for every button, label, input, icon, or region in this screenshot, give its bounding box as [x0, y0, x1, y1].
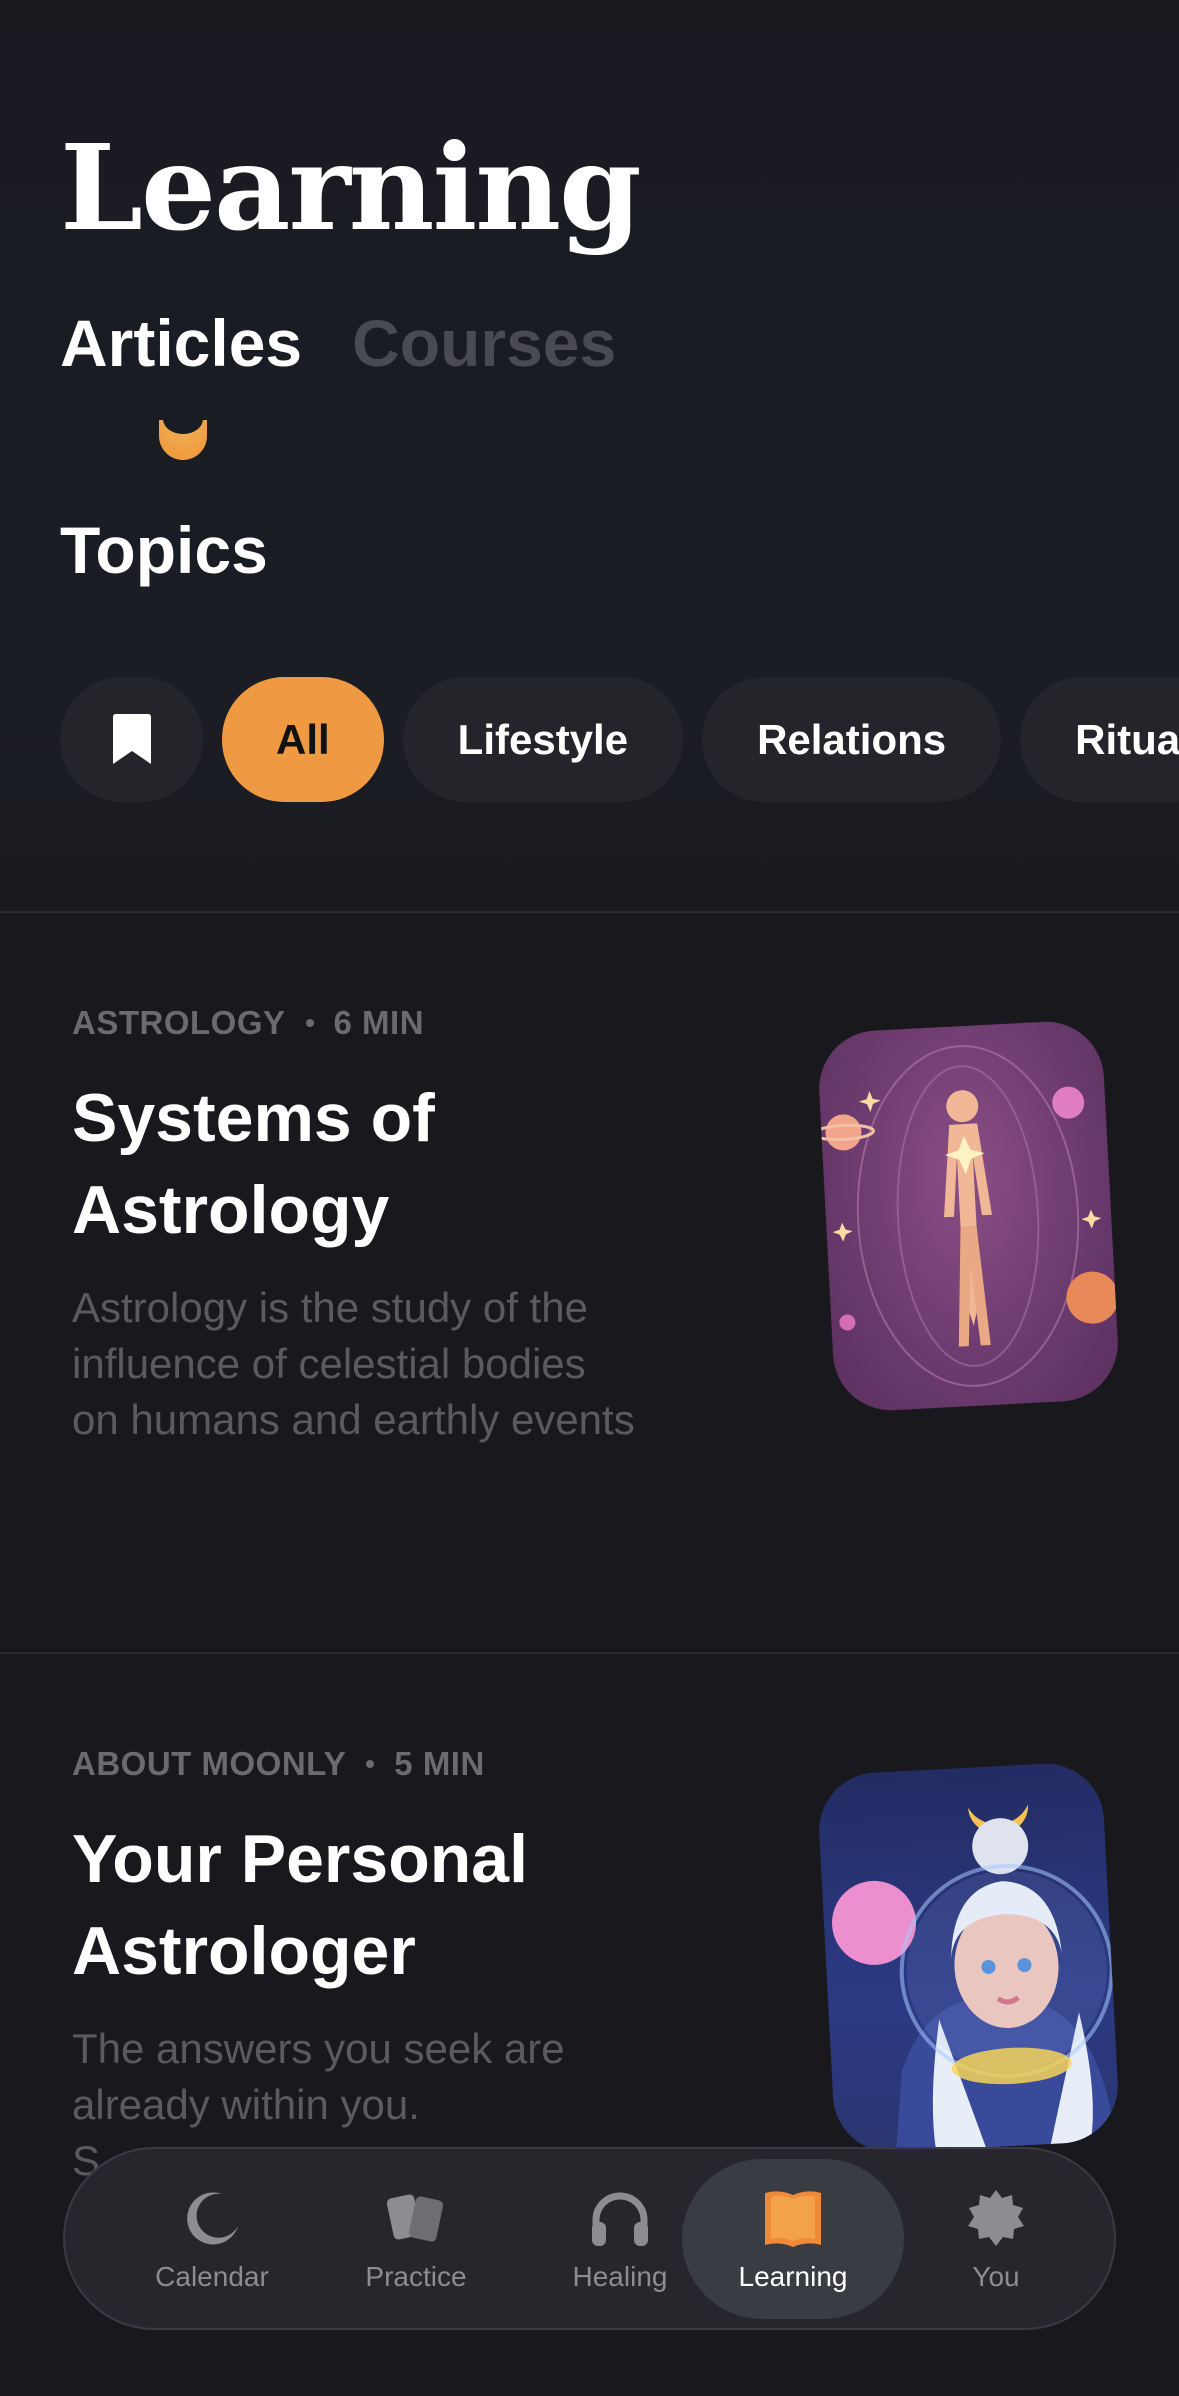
content-tabs: Articles Courses — [60, 305, 616, 381]
badge-icon — [963, 2185, 1029, 2251]
astrologer-avatar-icon — [832, 1804, 1116, 2153]
article-meta: ASTROLOGY 6 MIN — [72, 1004, 424, 1042]
article-title: Systems of Astrology — [72, 1072, 692, 1256]
article-category: ABOUT MOONLY — [72, 1745, 347, 1782]
article-description: Astrology is the study of the influence … — [72, 1280, 712, 1448]
topic-chip-relations[interactable]: Relations — [702, 677, 1002, 802]
astrology-human-figure-icon — [816, 1045, 1119, 1387]
article-meta: ABOUT MOONLY 5 MIN — [72, 1745, 485, 1783]
topics-title: Topics — [60, 513, 268, 587]
bookmark-icon — [112, 713, 151, 764]
nav-item-you[interactable]: You — [885, 2159, 1107, 2319]
article-description-line: on humans and earthly events — [72, 1396, 635, 1443]
article-title-line: Astrologer — [72, 1913, 416, 1989]
bookmark-filter-chip[interactable] — [60, 677, 203, 802]
nav-item-calendar[interactable]: Calendar — [101, 2159, 323, 2319]
article-description-line: influence of celestial bodies — [72, 1340, 586, 1387]
tab-courses[interactable]: Courses — [352, 305, 616, 381]
article-description-line: The answers you seek are — [72, 2025, 565, 2072]
nav-label: Healing — [572, 2261, 668, 2292]
topic-chip-rituals[interactable]: Ritua — [1020, 677, 1179, 802]
nav-label: Practice — [365, 2261, 467, 2292]
meta-separator-dot — [305, 1019, 314, 1027]
article-description-line: Astrology is the study of the — [72, 1284, 588, 1331]
article-duration: 6 MIN — [333, 1004, 425, 1041]
article-description-line: already within you. — [72, 2081, 420, 2128]
article-thumbnail[interactable] — [816, 1018, 1121, 1414]
bottom-navigation-bar: Calendar Practice Healing Learning You — [63, 2147, 1116, 2330]
nav-label: Learning — [738, 2261, 848, 2292]
page-title: Learning — [60, 118, 642, 257]
nav-label: You — [972, 2261, 1020, 2292]
article-duration: 5 MIN — [394, 1745, 485, 1782]
nav-item-learning[interactable]: Learning — [682, 2159, 904, 2319]
article-thumbnail[interactable] — [816, 1760, 1121, 2156]
topic-chip-lifestyle[interactable]: Lifestyle — [402, 677, 684, 802]
topic-chip-all[interactable]: All — [222, 677, 384, 802]
nav-item-practice[interactable]: Practice — [305, 2159, 527, 2319]
topic-chips: All Lifestyle Relations Ritua — [60, 677, 1179, 802]
headphones-icon — [587, 2185, 653, 2251]
cards-icon — [383, 2185, 449, 2251]
meta-separator-dot — [366, 1760, 375, 1768]
book-icon — [760, 2185, 826, 2251]
article-title-line: Astrology — [72, 1172, 390, 1248]
tab-articles[interactable]: Articles — [60, 305, 302, 381]
article-title: Your Personal Astrologer — [72, 1813, 692, 1997]
article-category: ASTROLOGY — [72, 1004, 286, 1041]
nav-label: Calendar — [155, 2261, 269, 2292]
moon-icon — [179, 2185, 245, 2251]
article-title-line: Your Personal — [72, 1821, 528, 1897]
article-title-line: Systems of — [72, 1080, 435, 1156]
